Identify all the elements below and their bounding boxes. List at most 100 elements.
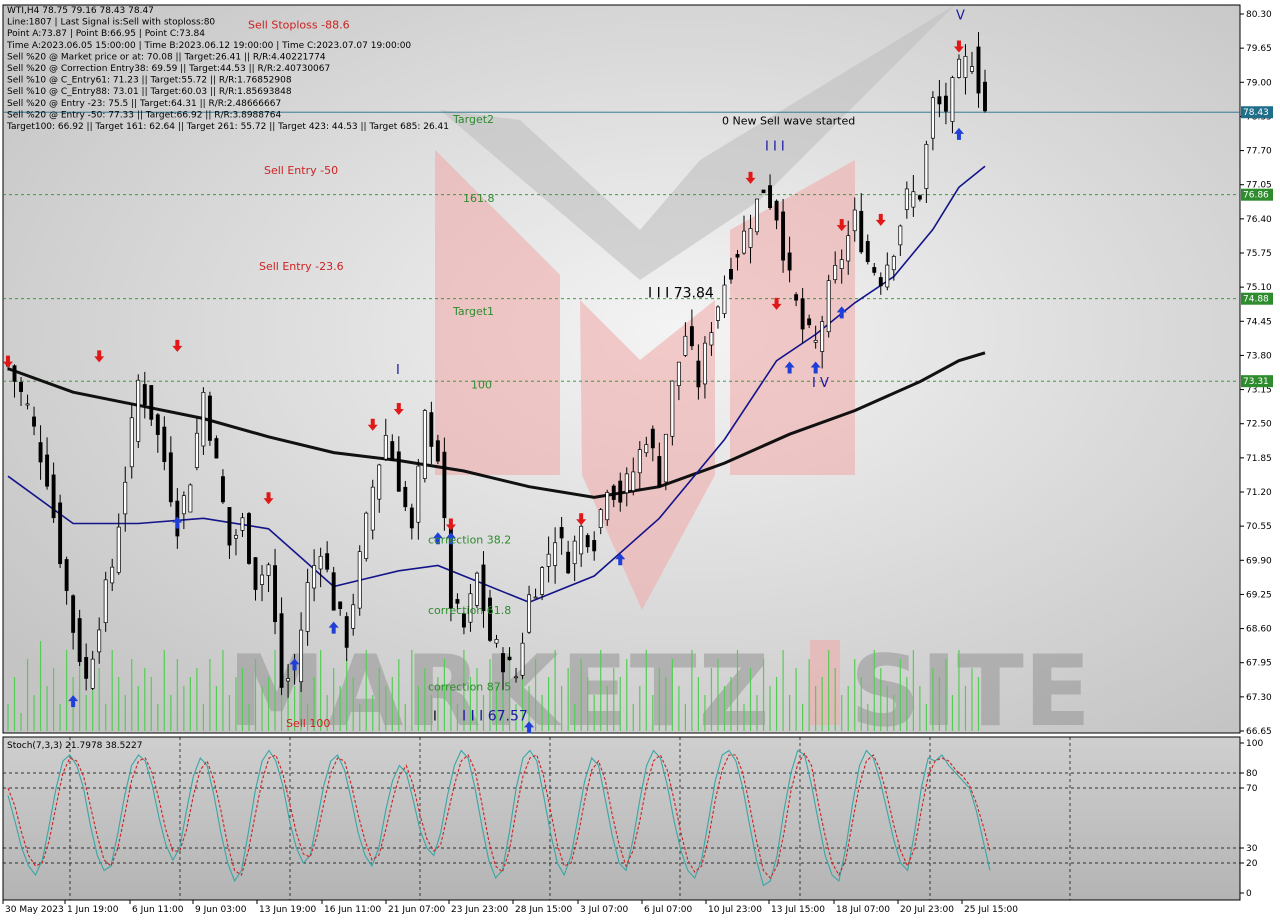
candle-body bbox=[155, 414, 160, 435]
candle-body bbox=[839, 259, 844, 270]
candle-body bbox=[240, 517, 245, 531]
candle-body bbox=[702, 342, 707, 385]
candle-body bbox=[455, 599, 460, 604]
candle-body bbox=[279, 613, 284, 688]
candle-body bbox=[826, 280, 831, 333]
candle-body bbox=[761, 189, 766, 194]
candle-body bbox=[924, 143, 929, 189]
candle-body bbox=[624, 473, 629, 494]
candle-body bbox=[435, 440, 440, 462]
info-line: Sell %20 @ Market price or at: 70.08 || … bbox=[7, 52, 326, 62]
wave-annotation: I I I 73.84 bbox=[648, 286, 714, 302]
candle-body bbox=[84, 657, 89, 679]
candle-body bbox=[181, 495, 186, 515]
candle-body bbox=[878, 277, 883, 287]
y-tick-label: 74.45 bbox=[1246, 317, 1272, 327]
candle-body bbox=[846, 235, 851, 262]
info-line: Sell %20 @ Correction Entry38: 69.59 || … bbox=[7, 64, 330, 74]
candle-body bbox=[51, 474, 56, 519]
candle-body bbox=[299, 629, 304, 683]
candle-body bbox=[370, 486, 375, 531]
level-label: correction 38.2 bbox=[428, 533, 511, 546]
wave-annotation: I bbox=[433, 709, 437, 724]
candle-body bbox=[318, 555, 323, 570]
candle-body bbox=[403, 486, 408, 508]
candle-body bbox=[90, 658, 95, 689]
x-tick-label: 13 Jun 19:00 bbox=[259, 905, 316, 915]
candle-body bbox=[312, 565, 317, 589]
candle-body bbox=[917, 195, 922, 200]
level-label: Sell Entry -23.6 bbox=[259, 260, 344, 273]
candle-body bbox=[227, 507, 232, 546]
wave-annotation: I I I bbox=[765, 140, 785, 155]
chart-svg: MARKETZSITE80.3079.6579.0078.3577.7077.0… bbox=[0, 0, 1280, 920]
candle-body bbox=[32, 416, 37, 427]
y-tick-label: 79.65 bbox=[1246, 44, 1272, 54]
candle-body bbox=[768, 185, 773, 209]
candle-body bbox=[25, 403, 30, 406]
candle-body bbox=[794, 294, 799, 301]
candle-body bbox=[247, 513, 251, 564]
candle-body bbox=[325, 553, 330, 570]
candle-body bbox=[201, 392, 206, 447]
x-tick-label: 1 Jun 19:00 bbox=[67, 905, 119, 915]
y-tick-label: 67.30 bbox=[1246, 693, 1272, 703]
y-tick-label: 79.00 bbox=[1246, 78, 1272, 88]
y-tick-label: 66.65 bbox=[1246, 727, 1272, 737]
level-label: Target2 bbox=[452, 113, 494, 126]
candle-body bbox=[820, 321, 825, 352]
candle-body bbox=[904, 188, 909, 210]
info-line: Sell %20 @ Entry -50: 77.33 || Target:66… bbox=[7, 110, 281, 120]
x-tick-label: 6 Jul 07:00 bbox=[644, 905, 693, 915]
candle-body bbox=[12, 365, 17, 382]
candle-body bbox=[970, 66, 974, 72]
candle-body bbox=[475, 572, 479, 606]
y-tick-label: 69.90 bbox=[1246, 556, 1272, 566]
symbol-info: WTI,H4 78.75 79.16 78.43 78.47 bbox=[7, 6, 154, 16]
candle-body bbox=[344, 616, 349, 648]
x-tick-label: 18 Jul 07:00 bbox=[836, 905, 890, 915]
candle-body bbox=[77, 618, 82, 663]
candle-body bbox=[644, 444, 649, 454]
candle-body bbox=[260, 574, 264, 585]
candle-body bbox=[683, 335, 688, 356]
candle-body bbox=[598, 509, 603, 528]
candle-body bbox=[116, 526, 121, 573]
candle-body bbox=[911, 191, 916, 208]
candle-body bbox=[787, 252, 792, 271]
candle-body bbox=[305, 582, 310, 632]
candle-body bbox=[103, 579, 108, 624]
candle-body bbox=[45, 454, 50, 487]
candle-body bbox=[38, 442, 43, 463]
candle-body bbox=[807, 318, 812, 326]
candle-body bbox=[507, 656, 512, 661]
candle-body bbox=[729, 268, 733, 280]
candle-body bbox=[833, 265, 838, 281]
candle-body bbox=[149, 385, 154, 420]
candle-body bbox=[618, 480, 623, 503]
stoch-y-tick-label: 80 bbox=[1246, 769, 1258, 779]
y-tick-label: 69.25 bbox=[1246, 590, 1272, 600]
candle-body bbox=[983, 81, 987, 112]
candle-body bbox=[136, 379, 141, 442]
candle-body bbox=[58, 502, 63, 565]
candle-body bbox=[950, 77, 955, 122]
candle-body bbox=[663, 433, 668, 483]
candle-body bbox=[253, 557, 258, 590]
price-badge-label: 73.31 bbox=[1243, 377, 1269, 387]
candle-body bbox=[207, 395, 212, 441]
wave-annotation: I bbox=[396, 363, 400, 378]
y-tick-label: 73.80 bbox=[1246, 351, 1272, 361]
candle-body bbox=[273, 565, 277, 623]
stoch-y-tick-label: 70 bbox=[1246, 784, 1258, 794]
watermark-text: SITE bbox=[850, 635, 1091, 749]
candle-body bbox=[64, 559, 69, 591]
candle-body bbox=[234, 534, 238, 539]
candle-body bbox=[390, 441, 395, 461]
candle-body bbox=[976, 46, 981, 94]
candle-body bbox=[409, 507, 414, 529]
candle-body bbox=[514, 676, 518, 679]
x-tick-label: 3 Jul 07:00 bbox=[580, 905, 629, 915]
candle-body bbox=[748, 228, 753, 248]
candle-body bbox=[865, 241, 870, 263]
